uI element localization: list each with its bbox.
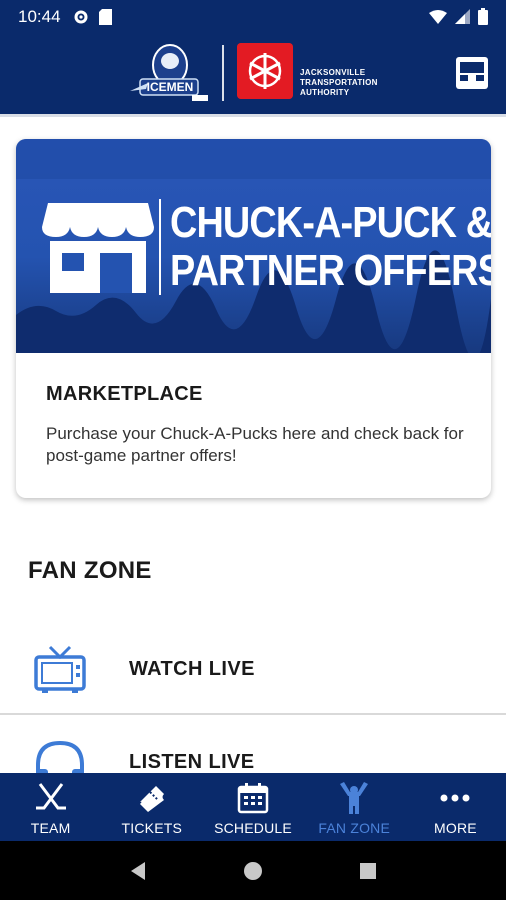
- tab-fan-zone[interactable]: FAN ZONE: [304, 773, 405, 841]
- tab-team[interactable]: TEAM: [0, 773, 101, 841]
- list-item-watch-live[interactable]: WATCH LIVE: [0, 619, 506, 715]
- tab-fan-zone-label: FAN ZONE: [318, 820, 391, 836]
- jta-name: JACKSONVILLE TRANSPORTATION AUTHORITY: [300, 68, 378, 98]
- storefront-icon: [42, 203, 154, 293]
- jta-name-line-2: TRANSPORTATION: [300, 78, 378, 87]
- jta-name-line-1: JACKSONVILLE: [300, 68, 366, 77]
- marketplace-description: Purchase your Chuck-A-Pucks here and che…: [46, 424, 464, 465]
- home-icon[interactable]: [242, 860, 264, 882]
- status-time: 10:44: [18, 6, 61, 26]
- settings-gear-icon: [74, 10, 88, 23]
- tv-icon: [34, 645, 86, 693]
- marketplace-banner: CHUCK-A-PUCK & PARTNER OFFERS: [16, 139, 491, 353]
- banner-divider: [159, 199, 161, 295]
- tab-schedule[interactable]: SCHEDULE: [202, 773, 303, 841]
- status-bar: 10:44: [0, 0, 506, 33]
- icemen-logo[interactable]: ICEMEN: [126, 39, 212, 109]
- more-dots-icon: [440, 794, 470, 802]
- header-divider: [222, 45, 224, 101]
- hockey-sticks-icon: [35, 783, 66, 810]
- banner-line-2: PARTNER OFFERS: [170, 246, 491, 295]
- app-header: ICEMEN JACKSONVILLE TRANSPORTATION AUTHO…: [0, 33, 506, 117]
- inbox-icon[interactable]: [455, 56, 489, 90]
- watch-live-label: WATCH LIVE: [129, 658, 255, 680]
- jta-name-line-3: AUTHORITY: [300, 88, 350, 97]
- list-item-listen-live[interactable]: LISTEN LIVE: [0, 715, 506, 773]
- listen-live-label: LISTEN LIVE: [129, 751, 255, 773]
- back-icon[interactable]: [127, 860, 149, 882]
- marketplace-card[interactable]: CHUCK-A-PUCK & PARTNER OFFERS MARKETPLAC…: [16, 139, 491, 498]
- bottom-tab-bar: TEAM TICKETS SCHEDULE FAN ZONE MORE: [0, 773, 506, 841]
- marketplace-title: MARKETPLACE: [46, 383, 203, 405]
- tab-more[interactable]: MORE: [405, 773, 506, 841]
- fan-icon: [340, 782, 369, 814]
- fan-zone-content[interactable]: CHUCK-A-PUCK & PARTNER OFFERS MARKETPLAC…: [0, 117, 506, 773]
- tab-schedule-label: SCHEDULE: [214, 820, 292, 836]
- fan-zone-title: FAN ZONE: [28, 557, 152, 584]
- banner-title: CHUCK-A-PUCK & PARTNER OFFERS: [170, 199, 491, 295]
- system-nav-bar: [0, 841, 506, 900]
- tab-more-label: MORE: [434, 820, 477, 836]
- tab-tickets[interactable]: TICKETS: [101, 773, 202, 841]
- svg-text:ICEMEN: ICEMEN: [147, 80, 194, 94]
- headphones-icon: [36, 740, 84, 773]
- jta-logo[interactable]: [237, 43, 293, 99]
- calendar-icon: [237, 783, 269, 814]
- ticket-icon: [139, 786, 164, 812]
- tab-team-label: TEAM: [30, 820, 71, 836]
- signal-icon: [455, 9, 470, 24]
- battery-icon: [478, 8, 488, 25]
- wifi-icon: [429, 9, 447, 24]
- tab-tickets-label: TICKETS: [121, 820, 183, 836]
- sd-card-icon: [98, 8, 112, 25]
- banner-line-1: CHUCK-A-PUCK &: [170, 198, 491, 247]
- recents-icon[interactable]: [357, 860, 379, 882]
